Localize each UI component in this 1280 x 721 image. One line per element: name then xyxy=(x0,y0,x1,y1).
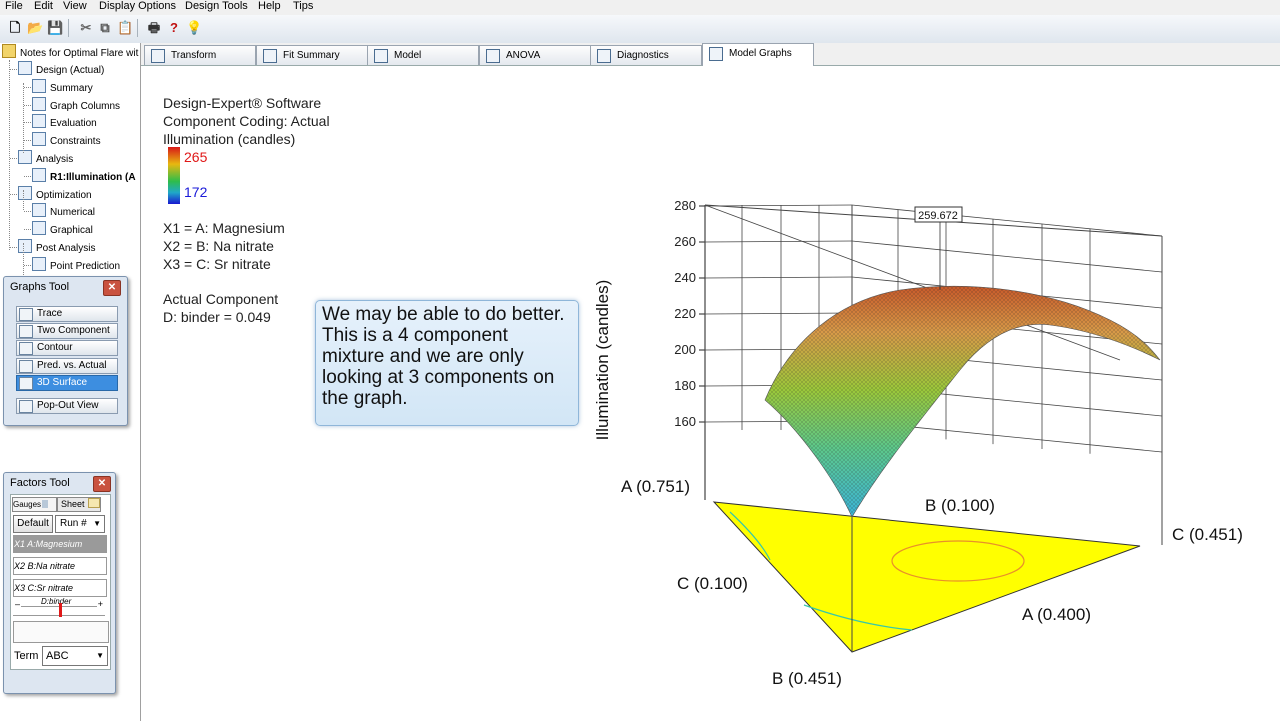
z-tick-label: 260 xyxy=(674,234,696,249)
grid-line xyxy=(851,204,1163,237)
surface-plot: 160 180 200 220 240 260 280 259.672 Illumination… xyxy=(593,198,1243,688)
z-tick-label: 200 xyxy=(674,342,696,357)
surface-mesh xyxy=(765,286,1160,517)
grid-line xyxy=(704,240,853,243)
vertex-label: C (0.451) xyxy=(1172,525,1243,544)
z-tick-label: 160 xyxy=(674,414,696,429)
z-tick-label: 280 xyxy=(674,198,696,213)
grid-line xyxy=(851,240,1163,273)
z-tick-label: 240 xyxy=(674,270,696,285)
z-axis-label: Illumination (candles) xyxy=(593,280,612,441)
grid-line xyxy=(704,312,853,315)
z-tick-label: 220 xyxy=(674,306,696,321)
vertex-label: B (0.451) xyxy=(772,669,842,688)
vertex-label: A (0.400) xyxy=(1022,605,1091,624)
grid-line xyxy=(704,276,853,279)
vertex-label: B (0.100) xyxy=(925,496,995,515)
vertex-label: A (0.751) xyxy=(621,477,690,496)
z-tick-label: 180 xyxy=(674,378,696,393)
base-triangle xyxy=(712,501,1141,653)
grid-line xyxy=(704,204,853,207)
vertex-label: C (0.100) xyxy=(677,574,748,593)
max-flag-value: 259.672 xyxy=(918,210,958,222)
